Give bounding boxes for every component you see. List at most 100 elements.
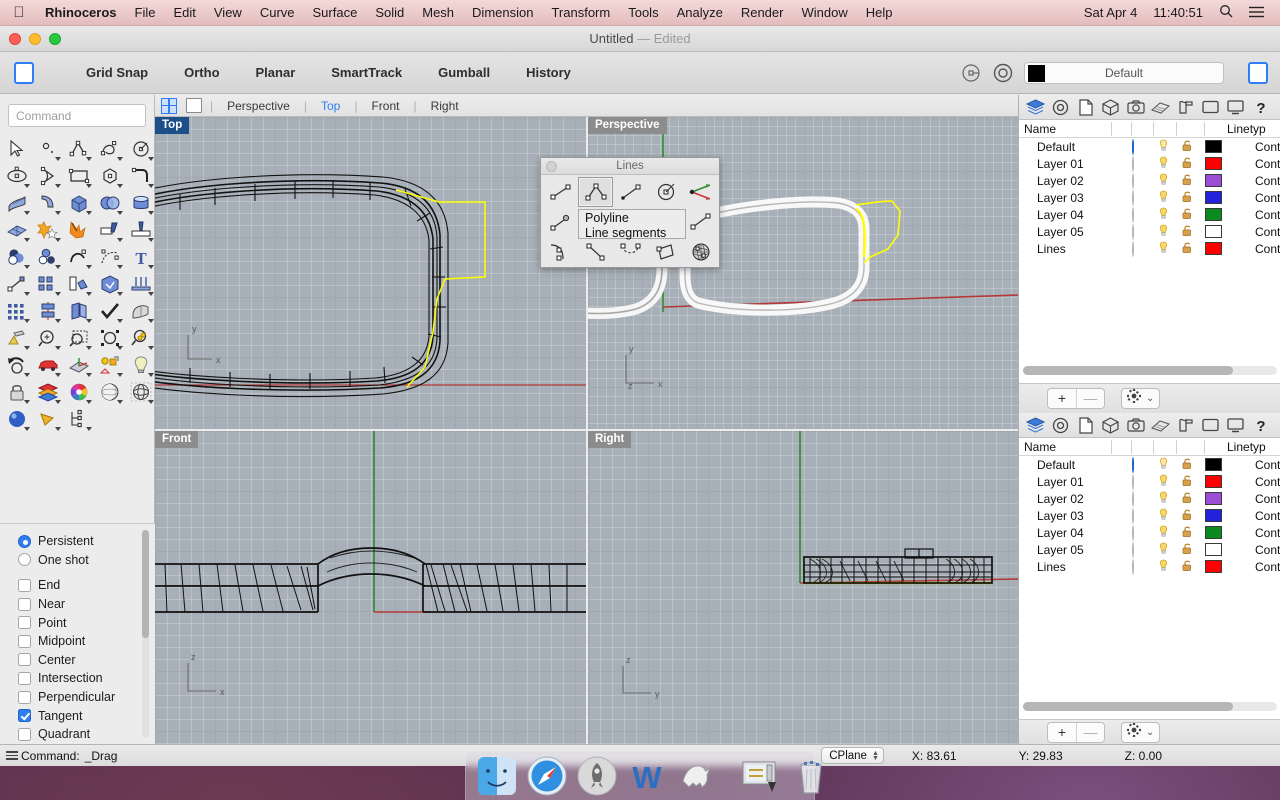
toolbar-history[interactable]: History [508, 65, 589, 80]
tool-wireframe-sphere[interactable] [125, 378, 156, 405]
table-row[interactable]: Lines Cont... [1019, 240, 1280, 257]
tool-zoom-in[interactable] [32, 324, 63, 351]
viewport-right-label[interactable]: Right [588, 431, 631, 448]
menu-item-window[interactable]: Window [792, 0, 856, 26]
menu-item-edit[interactable]: Edit [164, 0, 204, 26]
render-icon[interactable] [1198, 413, 1223, 438]
display-icon[interactable] [1173, 413, 1198, 438]
layer-current-radio[interactable] [1132, 542, 1134, 558]
layer-current-radio[interactable] [1132, 241, 1134, 257]
tool-curve[interactable] [94, 135, 125, 162]
screen-icon[interactable] [1223, 413, 1248, 438]
menu-item-analyze[interactable]: Analyze [668, 0, 732, 26]
layer-panel-hscrollbar-bottom[interactable] [1023, 702, 1277, 711]
document-icon[interactable] [1073, 413, 1098, 438]
tool-polyline[interactable] [63, 135, 94, 162]
menu-item-file[interactable]: File [126, 0, 165, 26]
tab-right[interactable]: Right [425, 99, 465, 113]
layer-current-radio[interactable] [1132, 491, 1134, 507]
four-view-layout-icon[interactable] [161, 98, 177, 114]
menu-item-dimension[interactable]: Dimension [463, 0, 542, 26]
menu-item-curve[interactable]: Curve [251, 0, 304, 26]
properties-icon[interactable] [1048, 95, 1073, 120]
remove-layer-button[interactable]: — [1076, 389, 1104, 408]
tool-select-arrow[interactable] [1, 135, 32, 162]
tool-point[interactable] [32, 135, 63, 162]
search-icon[interactable] [1211, 4, 1241, 21]
camera-icon[interactable] [1123, 95, 1148, 120]
menu-item-view[interactable]: View [205, 0, 251, 26]
tool-polyline[interactable] [578, 177, 613, 207]
tool-shade[interactable] [125, 297, 156, 324]
tool-color-wheel[interactable] [63, 378, 94, 405]
tool-camera-cone[interactable] [32, 405, 63, 432]
tool-line-from-midpoint[interactable] [613, 177, 648, 207]
osnap-midpoint[interactable]: Midpoint [18, 632, 155, 651]
help-icon[interactable]: ? [1248, 95, 1273, 120]
table-row[interactable]: Layer 03 Cont... [1019, 507, 1280, 524]
table-row[interactable]: Layer 05 Cont... [1019, 223, 1280, 240]
tool-line-two-point[interactable] [578, 237, 613, 267]
osnap-perpendicular[interactable]: Perpendicular [18, 688, 155, 707]
toolbar-gumball[interactable]: Gumball [420, 65, 508, 80]
osnap-near[interactable]: Near [18, 595, 155, 614]
tool-explosion[interactable] [63, 216, 94, 243]
menu-item-help[interactable]: Help [857, 0, 902, 26]
toolbar-smarttrack[interactable]: SmartTrack [313, 65, 420, 80]
tool-line-dashed-poly[interactable] [613, 237, 648, 267]
add-layer-button[interactable]: + [1048, 389, 1076, 408]
layers-icon[interactable] [1023, 413, 1048, 438]
lock-icon[interactable] [1181, 156, 1194, 172]
tool-surface-grid[interactable] [1, 216, 32, 243]
bulb-icon[interactable] [1157, 457, 1170, 473]
tool-named-views[interactable] [32, 351, 63, 378]
right-panel-toggle-button[interactable] [1248, 62, 1268, 84]
layer-options-button[interactable]: ⌄ [1121, 388, 1160, 409]
tool-render-preview[interactable] [1, 324, 32, 351]
table-row[interactable]: Layer 04 Cont... [1019, 524, 1280, 541]
tool-layers-stack[interactable] [32, 378, 63, 405]
help-icon[interactable]: ? [1248, 413, 1273, 438]
intersection-checkbox[interactable] [18, 672, 31, 685]
one-shot-radio[interactable] [18, 553, 31, 566]
toolbar-planar[interactable]: Planar [238, 65, 314, 80]
layer-current-radio[interactable] [1132, 474, 1134, 490]
perpendicular-checkbox[interactable] [18, 691, 31, 704]
word-icon[interactable]: W [626, 755, 668, 797]
current-layer-selector[interactable]: Default [1024, 62, 1224, 84]
toolbar-ortho[interactable]: Ortho [166, 65, 237, 80]
midpoint-checkbox[interactable] [18, 635, 31, 648]
osnap-center[interactable]: Center [18, 651, 155, 670]
layer-add-remove-group[interactable]: + — [1047, 722, 1105, 743]
remove-layer-button[interactable]: — [1076, 723, 1104, 742]
tool-ellipse[interactable] [1, 162, 32, 189]
tool-zoom-selected[interactable] [94, 324, 125, 351]
screen-icon[interactable] [1223, 95, 1248, 120]
layer-current-radio[interactable] [1132, 457, 1134, 473]
osnap-end[interactable]: End [18, 576, 155, 595]
tangent-checkbox[interactable] [18, 709, 31, 722]
point-checkbox[interactable] [18, 616, 31, 629]
tool-line-single[interactable] [543, 177, 578, 207]
tool-fillet[interactable] [125, 162, 156, 189]
viewport-front-label[interactable]: Front [155, 431, 198, 448]
viewport-top-label[interactable]: Top [155, 117, 189, 134]
safari-icon[interactable] [526, 755, 568, 797]
layer-current-radio[interactable] [1132, 224, 1134, 240]
layer-current-radio[interactable] [1132, 156, 1134, 172]
tool-box[interactable] [63, 189, 94, 216]
tool-text[interactable]: T [125, 243, 156, 270]
tool-zoom-previous[interactable] [1, 351, 32, 378]
tool-line-surface[interactable] [543, 207, 578, 237]
scrollbar-thumb[interactable] [1023, 366, 1233, 375]
tool-trim[interactable] [94, 216, 125, 243]
osnap-mode-one-shot[interactable]: One shot [18, 551, 155, 570]
tool-line-closed-poly[interactable] [648, 237, 683, 267]
tool-polygon[interactable] [94, 162, 125, 189]
scrollbar-thumb[interactable] [1023, 702, 1233, 711]
lines-popup-close-button[interactable] [546, 161, 557, 172]
table-row[interactable]: Default Cont... [1019, 138, 1280, 155]
properties-icon[interactable] [1048, 413, 1073, 438]
layer-add-remove-group[interactable]: + — [1047, 388, 1105, 409]
finder-icon[interactable] [476, 755, 518, 797]
